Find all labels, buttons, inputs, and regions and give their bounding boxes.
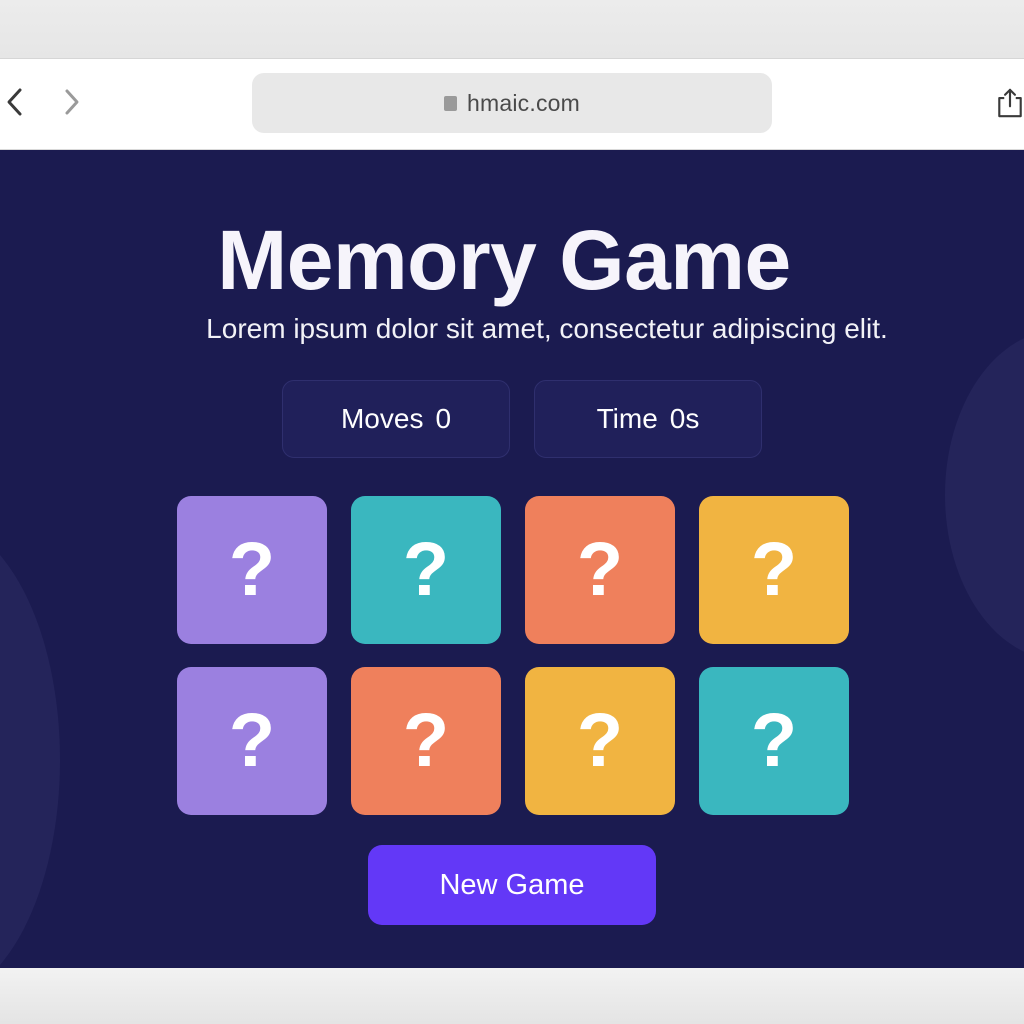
question-mark-icon: ? (228, 698, 276, 783)
chevron-left-icon (7, 88, 22, 116)
moves-label: Moves (340, 403, 424, 434)
memory-card[interactable]: ? (699, 667, 849, 815)
memory-card[interactable]: ? (699, 496, 849, 644)
background-shape (945, 330, 1024, 660)
question-mark-icon: ? (576, 527, 624, 612)
address-bar[interactable]: hmaic.com (252, 73, 772, 133)
page-title: Memory Game (217, 213, 791, 307)
moves-value: 0 (435, 403, 452, 434)
question-mark-icon: ? (402, 698, 450, 783)
time-value: 0s (669, 403, 700, 434)
forward-button[interactable] (58, 82, 86, 122)
chevron-right-icon (65, 89, 79, 115)
memory-card[interactable]: ? (351, 667, 501, 815)
background-shape (0, 520, 60, 968)
game-page: Memory Game Lorem ipsum dolor sit amet, … (0, 150, 1024, 968)
share-icon (998, 88, 1022, 118)
back-button[interactable] (0, 82, 28, 122)
time-label: Time (596, 403, 658, 434)
question-mark-icon: ? (750, 698, 798, 783)
share-button[interactable] (996, 82, 1024, 124)
question-mark-icon: ? (228, 527, 276, 612)
question-mark-icon: ? (750, 527, 798, 612)
lock-icon (444, 95, 457, 111)
memory-card[interactable]: ? (351, 496, 501, 644)
moves-counter: Moves 0 (282, 380, 510, 458)
url-text: hmaic.com (467, 89, 580, 116)
memory-card[interactable]: ? (177, 667, 327, 815)
new-game-button[interactable]: New Game (368, 845, 656, 925)
time-counter: Time 0s (534, 380, 762, 458)
window-top-frame (0, 0, 1024, 58)
question-mark-icon: ? (402, 527, 450, 612)
window-bottom-frame (0, 968, 1024, 1024)
memory-card[interactable]: ? (525, 667, 675, 815)
page-subtitle: Lorem ipsum dolor sit amet, consectetur … (206, 313, 888, 344)
memory-card[interactable]: ? (525, 496, 675, 644)
memory-card[interactable]: ? (177, 496, 327, 644)
question-mark-icon: ? (576, 698, 624, 783)
